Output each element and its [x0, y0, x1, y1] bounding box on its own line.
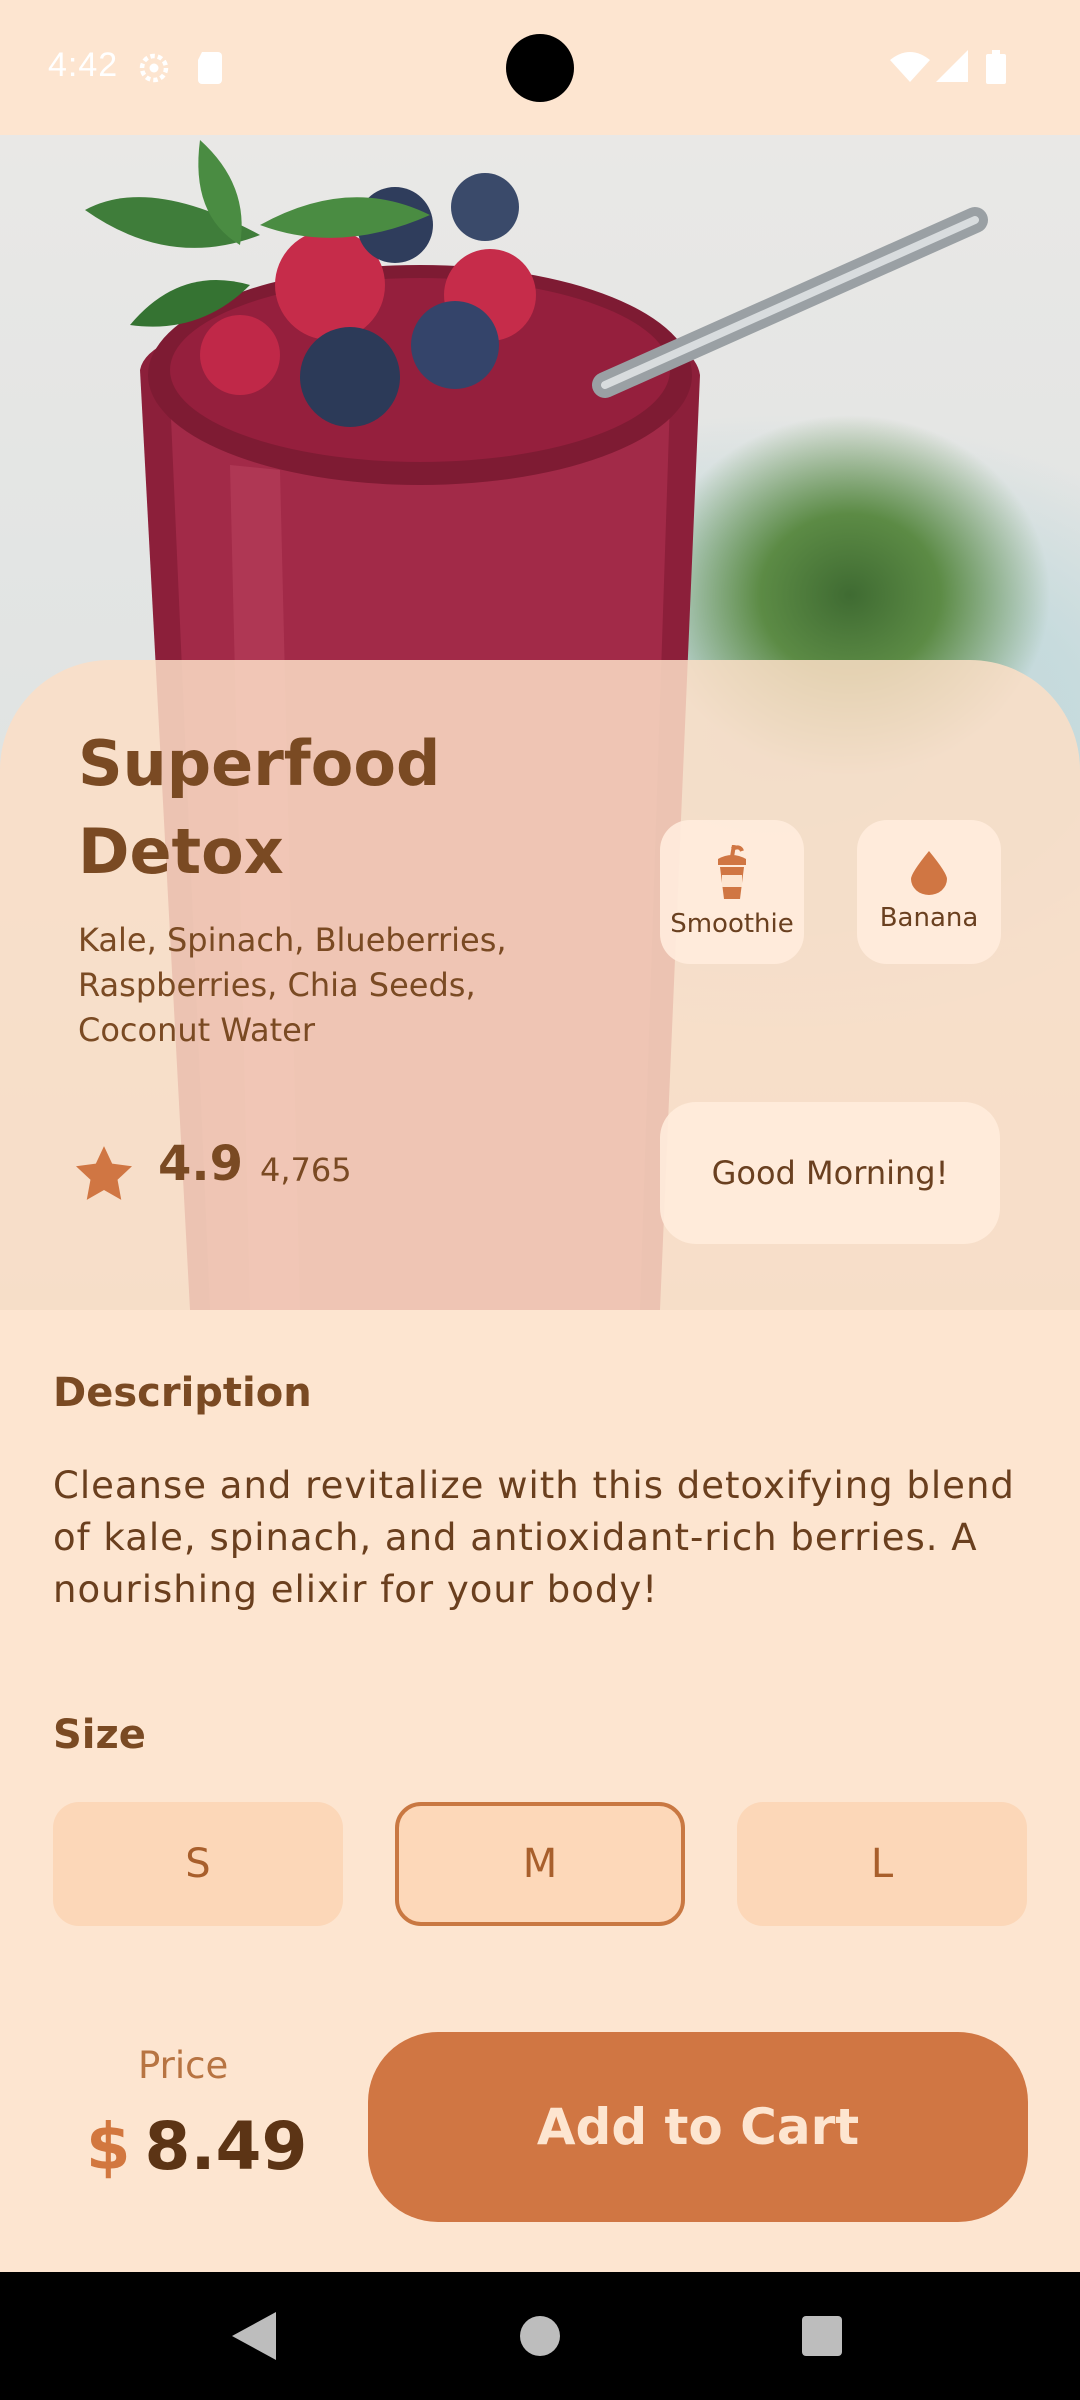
- battery-icon: [986, 50, 1006, 88]
- home-icon[interactable]: [520, 2316, 560, 2360]
- size-option-l[interactable]: L: [737, 1802, 1027, 1926]
- price: $8.49: [86, 2108, 307, 2185]
- size-option-m[interactable]: M: [395, 1802, 685, 1926]
- description-heading: Description: [53, 1370, 312, 1416]
- tag-label: Banana: [879, 903, 979, 933]
- settings-gear-icon: [136, 50, 172, 90]
- rating-count: 4,765: [260, 1151, 352, 1189]
- status-time: 4:42: [48, 46, 119, 84]
- status-bar: 4:42: [0, 0, 1080, 135]
- description-text: Cleanse and revitalize with this detoxif…: [53, 1464, 1015, 1611]
- star-icon: [76, 1146, 132, 1204]
- product-title: Superfood Detox: [78, 727, 441, 888]
- product-ingredients: Kale, Spinach, Blueberries, Raspberries,…: [78, 921, 507, 1049]
- rating-value: 4.9: [158, 1136, 244, 1192]
- add-to-cart-button[interactable]: Add to Cart: [368, 2032, 1028, 2222]
- cell-signal-icon: [936, 50, 968, 86]
- drop-icon: [911, 851, 947, 895]
- smoothie-cup-icon: [718, 845, 746, 899]
- recents-icon[interactable]: [802, 2316, 842, 2360]
- back-icon[interactable]: [232, 2312, 276, 2364]
- wifi-icon: [890, 50, 930, 86]
- price-value: 8.49: [144, 2108, 308, 2185]
- sd-card-icon: [196, 52, 224, 88]
- price-label: Price: [138, 2044, 229, 2087]
- size-heading: Size: [53, 1712, 146, 1758]
- price-currency: $: [86, 2111, 131, 2185]
- tag-banana[interactable]: Banana: [857, 820, 1001, 964]
- tag-label: Smoothie: [670, 909, 794, 939]
- system-nav-bar: [0, 2272, 1080, 2400]
- tag-smoothie[interactable]: Smoothie: [660, 820, 804, 964]
- size-option-s[interactable]: S: [53, 1802, 343, 1926]
- camera-cutout: [506, 34, 574, 102]
- greeting-chip[interactable]: Good Morning!: [660, 1102, 1000, 1244]
